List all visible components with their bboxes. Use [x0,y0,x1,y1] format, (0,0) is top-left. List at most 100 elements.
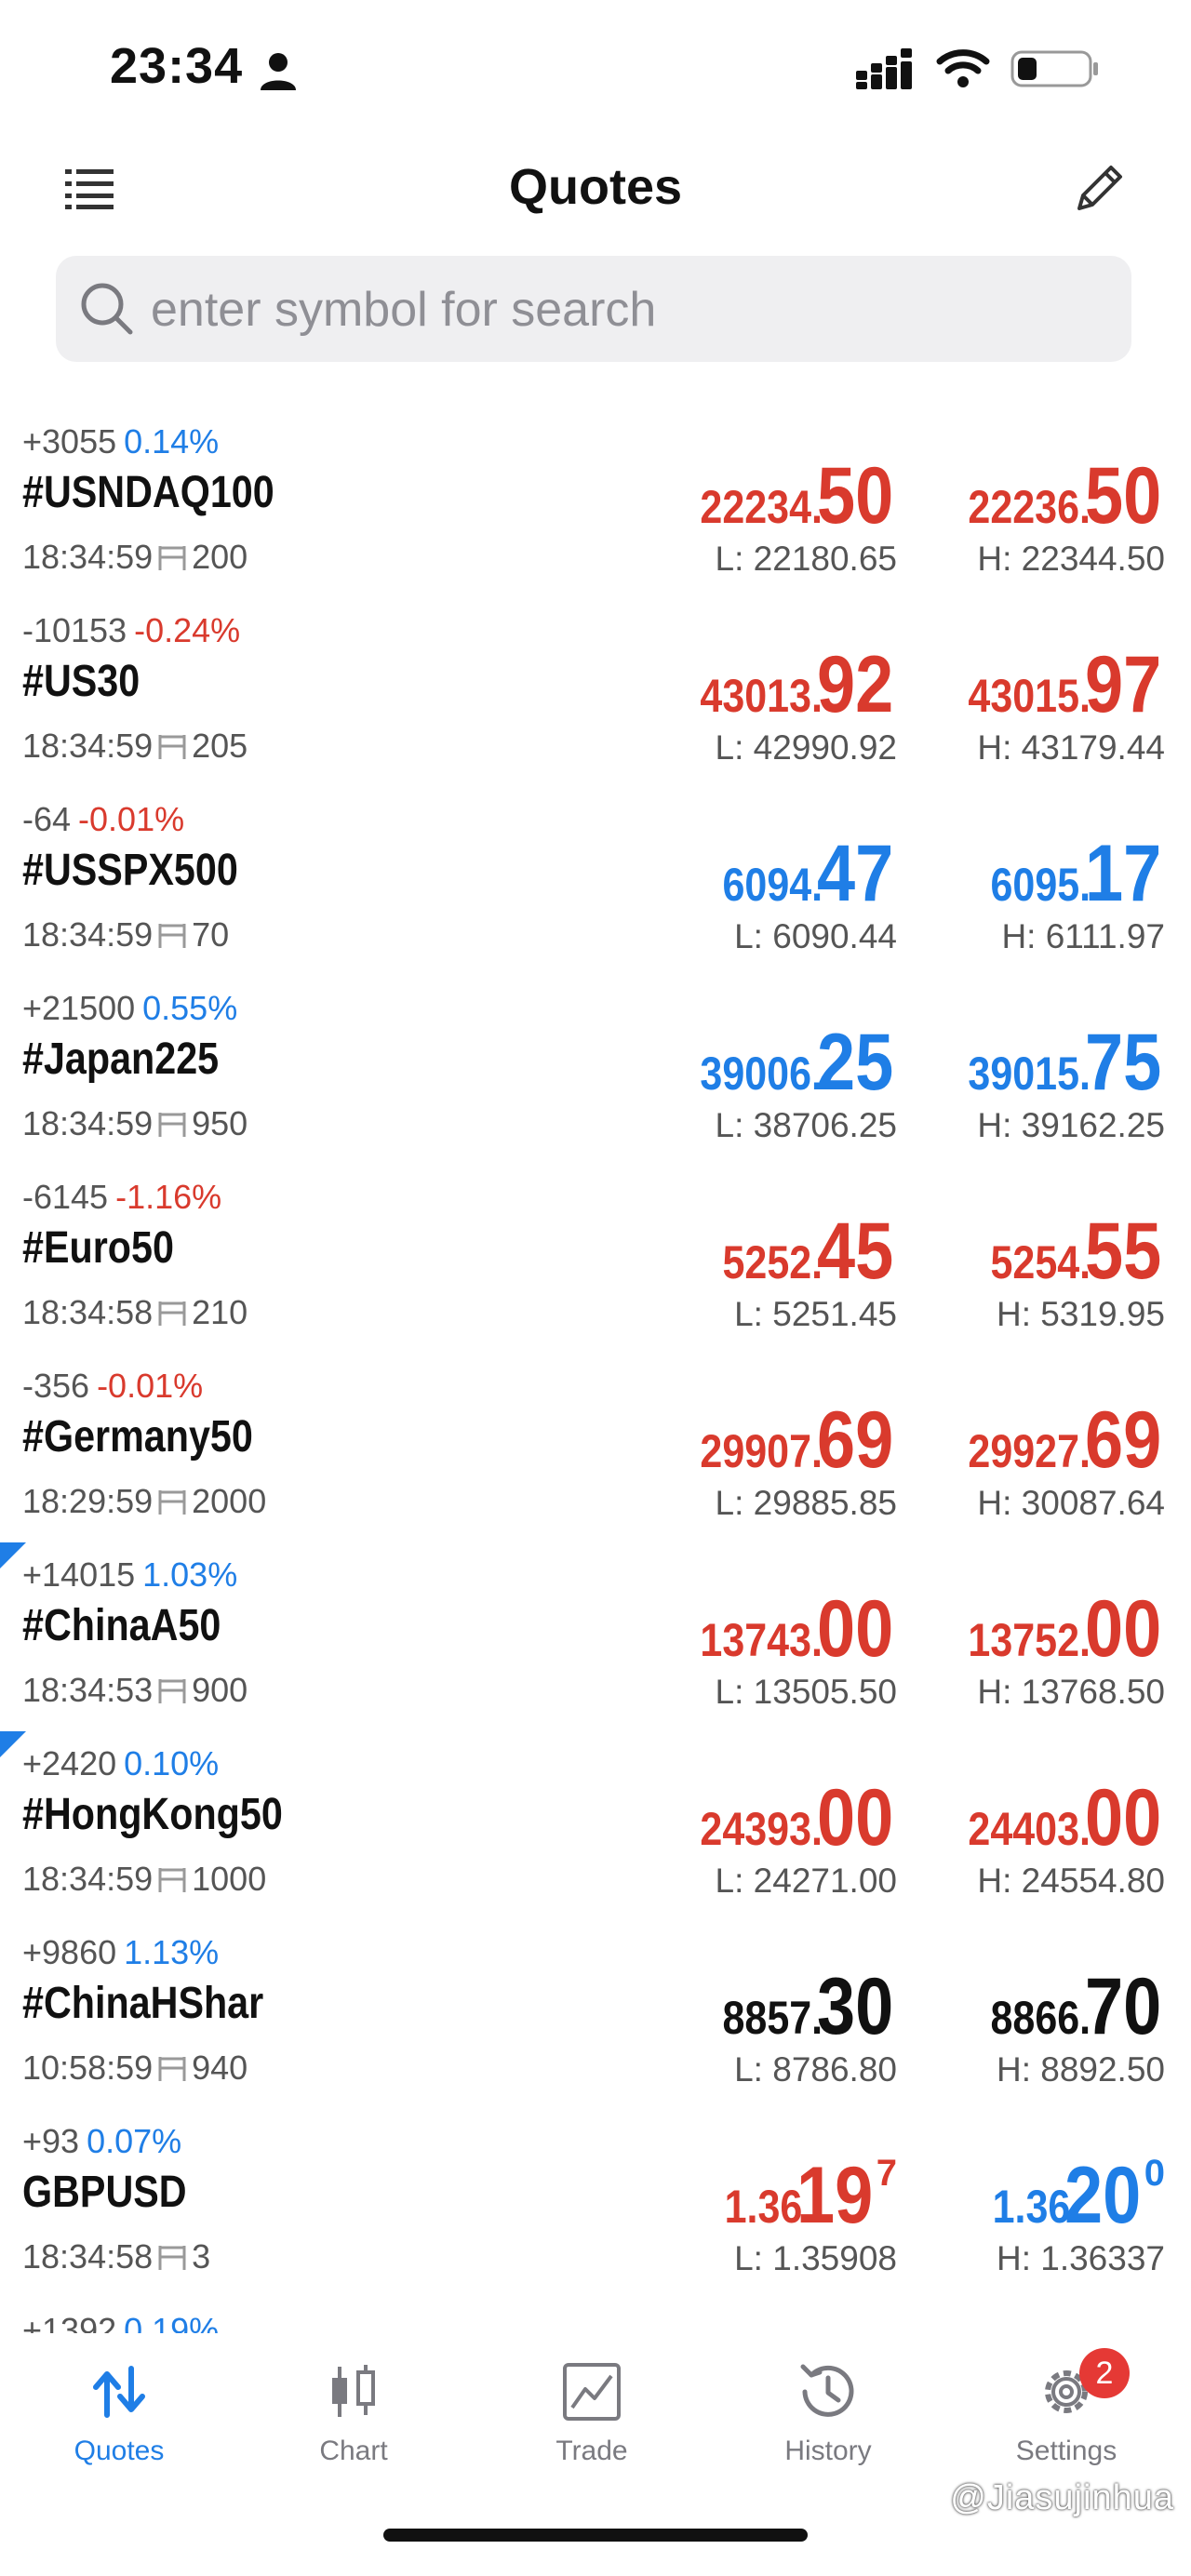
ask-price-prefix: 24403. [968,1803,1091,1855]
bid-price-prefix: 24393. [700,1803,823,1855]
quote-time: 18:29:59 [22,1482,154,1520]
cellular-signal-icon [856,48,912,89]
bid-price[interactable]: 1.36197 [712,2150,897,2242]
page-title: Quotes [508,159,683,215]
ask-price[interactable]: 24403.00 [948,1772,1165,1864]
daily-low: L: 22180.65 [715,540,897,578]
symbol-name: #ChinaA50 [22,1601,221,1650]
bid-price[interactable]: 29907.69 [680,1395,897,1487]
quote-time: 18:34:58 [22,2237,154,2276]
bid-price[interactable]: 13743.00 [680,1583,897,1675]
spread-icon [158,1301,186,1326]
change-line: +14015 1.03% [22,1555,237,1595]
symbol-name: #US30 [22,657,141,706]
quote-row[interactable]: +9860 1.13% #ChinaHShar 10:58:59 940 8857.… [0,1920,1191,2109]
quote-time: 10:58:59 [22,2049,154,2087]
bid-price[interactable]: 24393.00 [680,1772,897,1864]
ask-price[interactable]: 39015.75 [948,1017,1165,1109]
search-box[interactable] [56,256,1131,362]
spread-icon [158,1113,186,1137]
change-absolute: +2420 [22,1744,117,1782]
spread-icon [158,2057,186,2081]
change-absolute: +9860 [22,1933,117,1971]
spread-value: 950 [192,1104,248,1142]
quote-meta: 18:34:58 3 [22,2237,210,2276]
nav-trade[interactable]: Trade [508,2359,676,2467]
quote-row[interactable]: +21500 0.55% #Japan225 18:34:59 950 39006.… [0,976,1191,1165]
change-line: +1392 0.19% [22,2311,219,2335]
nav-label-trade: Trade [555,2436,628,2466]
nav-history[interactable]: History [744,2359,912,2467]
symbol-name: #ChinaHShar [22,1979,264,2028]
bid-price[interactable]: 8857.30 [706,1961,897,2053]
bid-price-digits: 00 [817,1584,894,1674]
ask-price[interactable]: 5254.55 [974,1206,1165,1298]
ask-price-digits: 55 [1085,1207,1162,1296]
quote-row[interactable]: -6145 -1.16% #Euro50 18:34:58 210 5252.45 … [0,1165,1191,1354]
change-percent: 0.07% [87,2122,182,2160]
bid-price-digits: 50 [817,451,894,541]
daily-high: H: 13768.50 [977,1673,1165,1711]
quote-row[interactable]: +14015 1.03% #ChinaA50 18:34:53 900 13743.… [0,1542,1191,1731]
quote-row[interactable]: -10153 -0.24% #US30 18:34:59 205 43013.92 … [0,598,1191,787]
nav-settings[interactable]: 2 Settings [983,2348,1150,2467]
daily-high: H: 6111.97 [1001,917,1165,955]
ask-price[interactable]: 29927.69 [948,1395,1165,1487]
quote-meta: 10:58:59 940 [22,2049,248,2088]
quote-row[interactable]: -356 -0.01% #Germany50 18:29:59 2000 29907… [0,1354,1191,1542]
quote-time: 18:34:59 [22,1860,154,1898]
change-absolute: -64 [22,800,72,838]
ask-price[interactable]: 13752.00 [948,1583,1165,1675]
quote-meta: 18:34:59 70 [22,915,229,954]
change-percent: 0.19% [124,2311,220,2335]
bid-price[interactable]: 5252.45 [706,1206,897,1298]
person-icon [261,53,296,90]
daily-low: L: 42990.92 [715,728,897,767]
bid-price[interactable]: 39006.25 [680,1017,897,1109]
quote-row[interactable]: +93 0.07% GBPUSD 18:34:58 3 1.36197 1.3620… [0,2109,1191,2298]
quote-row[interactable]: +1392 0.19% [0,2298,1191,2335]
bid-price[interactable]: 6094.47 [706,828,897,920]
ask-price[interactable]: 22236.50 [948,450,1165,542]
change-absolute: +3055 [22,422,117,460]
bid-price-digits: 25 [817,1018,894,1107]
ask-price[interactable]: 1.36200 [980,2150,1165,2242]
bid-price-digits: 30 [817,1962,894,2051]
spread-value: 900 [192,1671,248,1709]
quote-meta: 18:34:58 210 [22,1293,248,1332]
bid-price-prefix: 5252. [722,1236,823,1288]
nav-chart[interactable]: Chart [270,2359,437,2467]
header: Quotes [0,140,1191,242]
bid-price-digits: 92 [817,640,894,729]
change-line: -10153 -0.24% [22,611,240,650]
search-input[interactable] [149,274,1111,345]
quote-row[interactable]: +2420 0.10% #HongKong50 18:34:59 1000 2439… [0,1731,1191,1920]
bid-price-prefix: 8857. [722,1992,823,2044]
quote-row[interactable]: +3055 0.14% #USNDAQ100 18:34:59 200 22234.… [0,409,1191,598]
nav-quotes[interactable]: Quotes [35,2359,203,2467]
quote-meta: 18:29:59 2000 [22,1482,266,1521]
ask-price-prefix: 39015. [968,1048,1091,1100]
status-time: 23:34 [110,38,244,94]
watermark: @Jiasujinhua [950,2478,1174,2517]
ask-price[interactable]: 6095.17 [974,828,1165,920]
bid-price[interactable]: 43013.92 [680,639,897,731]
settings-badge: 2 [1079,2348,1130,2398]
ask-price[interactable]: 43015.97 [948,639,1165,731]
bid-price-prefix: 13743. [700,1614,823,1666]
spread-icon [158,1679,186,1703]
symbol-name: #Japan225 [22,1034,220,1084]
ask-price[interactable]: 8866.70 [974,1961,1165,2053]
quotes-list[interactable]: +3055 0.14% #USNDAQ100 18:34:59 200 22234.… [0,409,1191,2335]
change-line: +2420 0.10% [22,1744,219,1783]
edit-pencil-icon[interactable] [1070,158,1130,218]
change-line: -356 -0.01% [22,1367,203,1406]
quote-row[interactable]: -64 -0.01% #USSPX500 18:34:59 70 6094.47 6… [0,787,1191,976]
bid-price-prefix: 1.36 [724,2181,803,2233]
change-percent: 0.10% [124,1744,220,1782]
bid-price[interactable]: 22234.50 [680,450,897,542]
change-line: -64 -0.01% [22,800,184,839]
quote-meta: 18:34:53 900 [22,1671,248,1710]
daily-low: L: 5251.45 [734,1295,897,1333]
change-line: +93 0.07% [22,2122,181,2161]
